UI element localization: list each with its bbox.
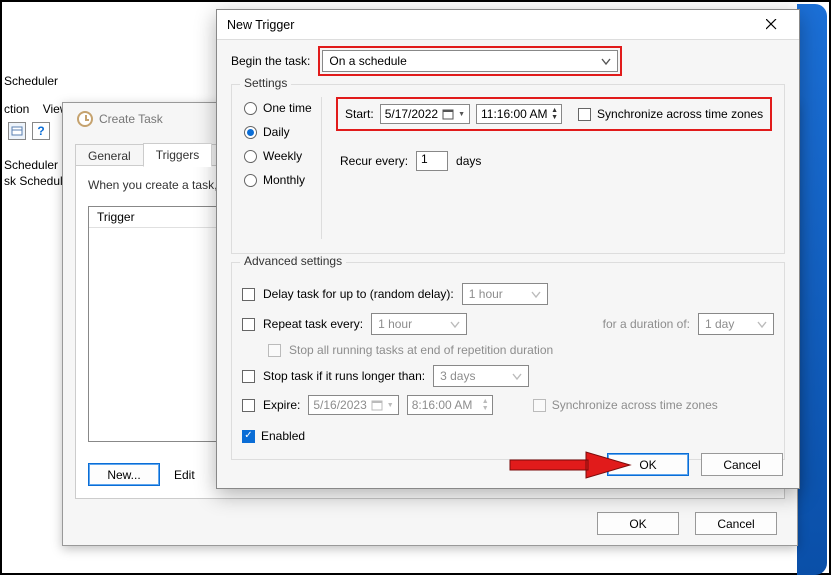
triggers-list-header: Trigger (89, 207, 217, 228)
radio-daily[interactable]: Daily (244, 125, 319, 139)
enabled-checkbox[interactable]: Enabled (242, 429, 305, 443)
expire-checkbox[interactable] (242, 399, 255, 412)
advanced-legend: Advanced settings (240, 254, 346, 268)
begin-task-combobox[interactable]: On a schedule (322, 50, 618, 72)
chevron-down-icon (512, 372, 522, 382)
recur-label: Recur every: (340, 154, 408, 168)
radio-icon (244, 174, 257, 187)
menu-file-frag[interactable]: ction (4, 102, 29, 116)
checkbox-icon (242, 370, 255, 383)
sync-tz-label: Synchronize across time zones (597, 107, 763, 121)
calendar-icon (371, 399, 383, 411)
desktop-edge (797, 4, 827, 575)
menu-fragment: ction View (4, 102, 69, 116)
start-time-value: 11:16:00 AM (481, 107, 548, 121)
spinner-arrows-icon: ▲▼ (481, 398, 490, 412)
outer-frame: Scheduler ction View ? Scheduler (L sk S… (0, 0, 831, 575)
chevron-down-icon (757, 320, 767, 330)
checkbox-icon (242, 288, 255, 301)
sync-tz-checkbox[interactable]: Synchronize across time zones (578, 107, 763, 121)
help-toolbar-icon[interactable]: ? (32, 122, 50, 140)
radio-icon (244, 150, 257, 163)
repeat-checkbox[interactable] (242, 318, 255, 331)
repeat-combobox: 1 hour (371, 313, 467, 335)
create-task-cancel-button[interactable]: Cancel (695, 512, 777, 535)
expire-sync-tz-checkbox: Synchronize across time zones (533, 398, 718, 412)
recur-unit: days (456, 154, 481, 168)
start-date-value: 5/17/2022 (385, 107, 438, 121)
delay-combobox: 1 hour (462, 283, 548, 305)
edit-button-frag[interactable]: Edit (174, 468, 195, 482)
duration-combobox: 1 day (698, 313, 774, 335)
radio-daily-label: Daily (263, 125, 290, 139)
expire-time-value: 8:16:00 AM (412, 398, 473, 412)
stop-long-label: Stop task if it runs longer than: (263, 369, 425, 383)
checkbox-icon (533, 399, 546, 412)
stop-repeat-label: Stop all running tasks at end of repetit… (289, 343, 553, 357)
cancel-button[interactable]: Cancel (701, 453, 783, 476)
ok-button[interactable]: OK (607, 453, 689, 476)
start-label: Start: (345, 107, 374, 121)
radio-weekly-label: Weekly (263, 149, 302, 163)
repeat-value: 1 hour (378, 317, 412, 331)
expire-time-spinner: 8:16:00 AM ▲▼ (407, 395, 493, 415)
checkbox-icon (242, 318, 255, 331)
create-task-ok-button[interactable]: OK (597, 512, 679, 535)
checkbox-icon (268, 344, 281, 357)
radio-one-time-label: One time (263, 101, 312, 115)
checkbox-icon (242, 399, 255, 412)
checkbox-checked-icon (242, 430, 255, 443)
chevron-down-icon (601, 57, 611, 67)
advanced-group: Advanced settings Delay task for up to (… (231, 262, 785, 460)
stop-repeat-checkbox (268, 344, 281, 357)
delay-label: Delay task for up to (random delay): (263, 287, 454, 301)
delay-checkbox[interactable] (242, 288, 255, 301)
clock-icon (77, 111, 93, 127)
new-trigger-dialog: New Trigger Begin the task: On a schedul… (216, 9, 800, 489)
begin-task-label: Begin the task: (231, 54, 310, 68)
checkbox-icon (578, 108, 591, 121)
new-trigger-button[interactable]: New... (88, 463, 160, 486)
radio-icon (244, 126, 257, 139)
stop-long-combobox: 3 days (433, 365, 529, 387)
start-time-spinner[interactable]: 11:16:00 AM ▲▼ (476, 104, 562, 124)
radio-monthly[interactable]: Monthly (244, 173, 319, 187)
expire-sync-tz-label: Synchronize across time zones (552, 398, 718, 412)
toolbar-icon-1[interactable] (8, 122, 26, 140)
stop-long-value: 3 days (440, 369, 475, 383)
close-button[interactable] (753, 11, 789, 39)
highlight-start: Start: 5/17/2022 ▼ 11:16:00 AM ▲▼ (336, 97, 772, 131)
chevron-down-icon (450, 320, 460, 330)
tab-triggers[interactable]: Triggers (143, 143, 213, 167)
create-task-title: Create Task (99, 112, 163, 126)
folder-tree-icon (11, 125, 23, 137)
window-title-bg: Scheduler (4, 74, 58, 88)
recur-input[interactable]: 1 (416, 151, 448, 171)
tab-general[interactable]: General (75, 144, 144, 167)
settings-legend: Settings (240, 76, 291, 90)
highlight-begin: On a schedule (318, 46, 622, 76)
duration-value: 1 day (705, 317, 734, 331)
repeat-label: Repeat task every: (263, 317, 363, 331)
radio-weekly[interactable]: Weekly (244, 149, 319, 163)
delay-value: 1 hour (469, 287, 503, 301)
radio-icon (244, 102, 257, 115)
start-date-picker[interactable]: 5/17/2022 ▼ (380, 104, 470, 124)
triggers-list[interactable]: Trigger (88, 206, 218, 442)
stop-long-checkbox[interactable] (242, 370, 255, 383)
expire-date-picker: 5/16/2023 ▼ (308, 395, 398, 415)
expire-date-value: 5/16/2023 (313, 398, 366, 412)
spinner-arrows-icon[interactable]: ▲▼ (550, 107, 559, 121)
chevron-down-icon (531, 290, 541, 300)
new-trigger-title: New Trigger (227, 18, 294, 32)
begin-task-value: On a schedule (329, 54, 406, 68)
close-icon (766, 19, 777, 30)
calendar-icon (442, 108, 454, 120)
radio-monthly-label: Monthly (263, 173, 305, 187)
radio-one-time[interactable]: One time (244, 101, 319, 115)
settings-group: Settings One time Daily Weekly Monthly S… (231, 84, 785, 254)
enabled-label: Enabled (261, 429, 305, 443)
duration-prefix: for a duration of: (603, 317, 690, 331)
expire-label: Expire: (263, 398, 300, 412)
